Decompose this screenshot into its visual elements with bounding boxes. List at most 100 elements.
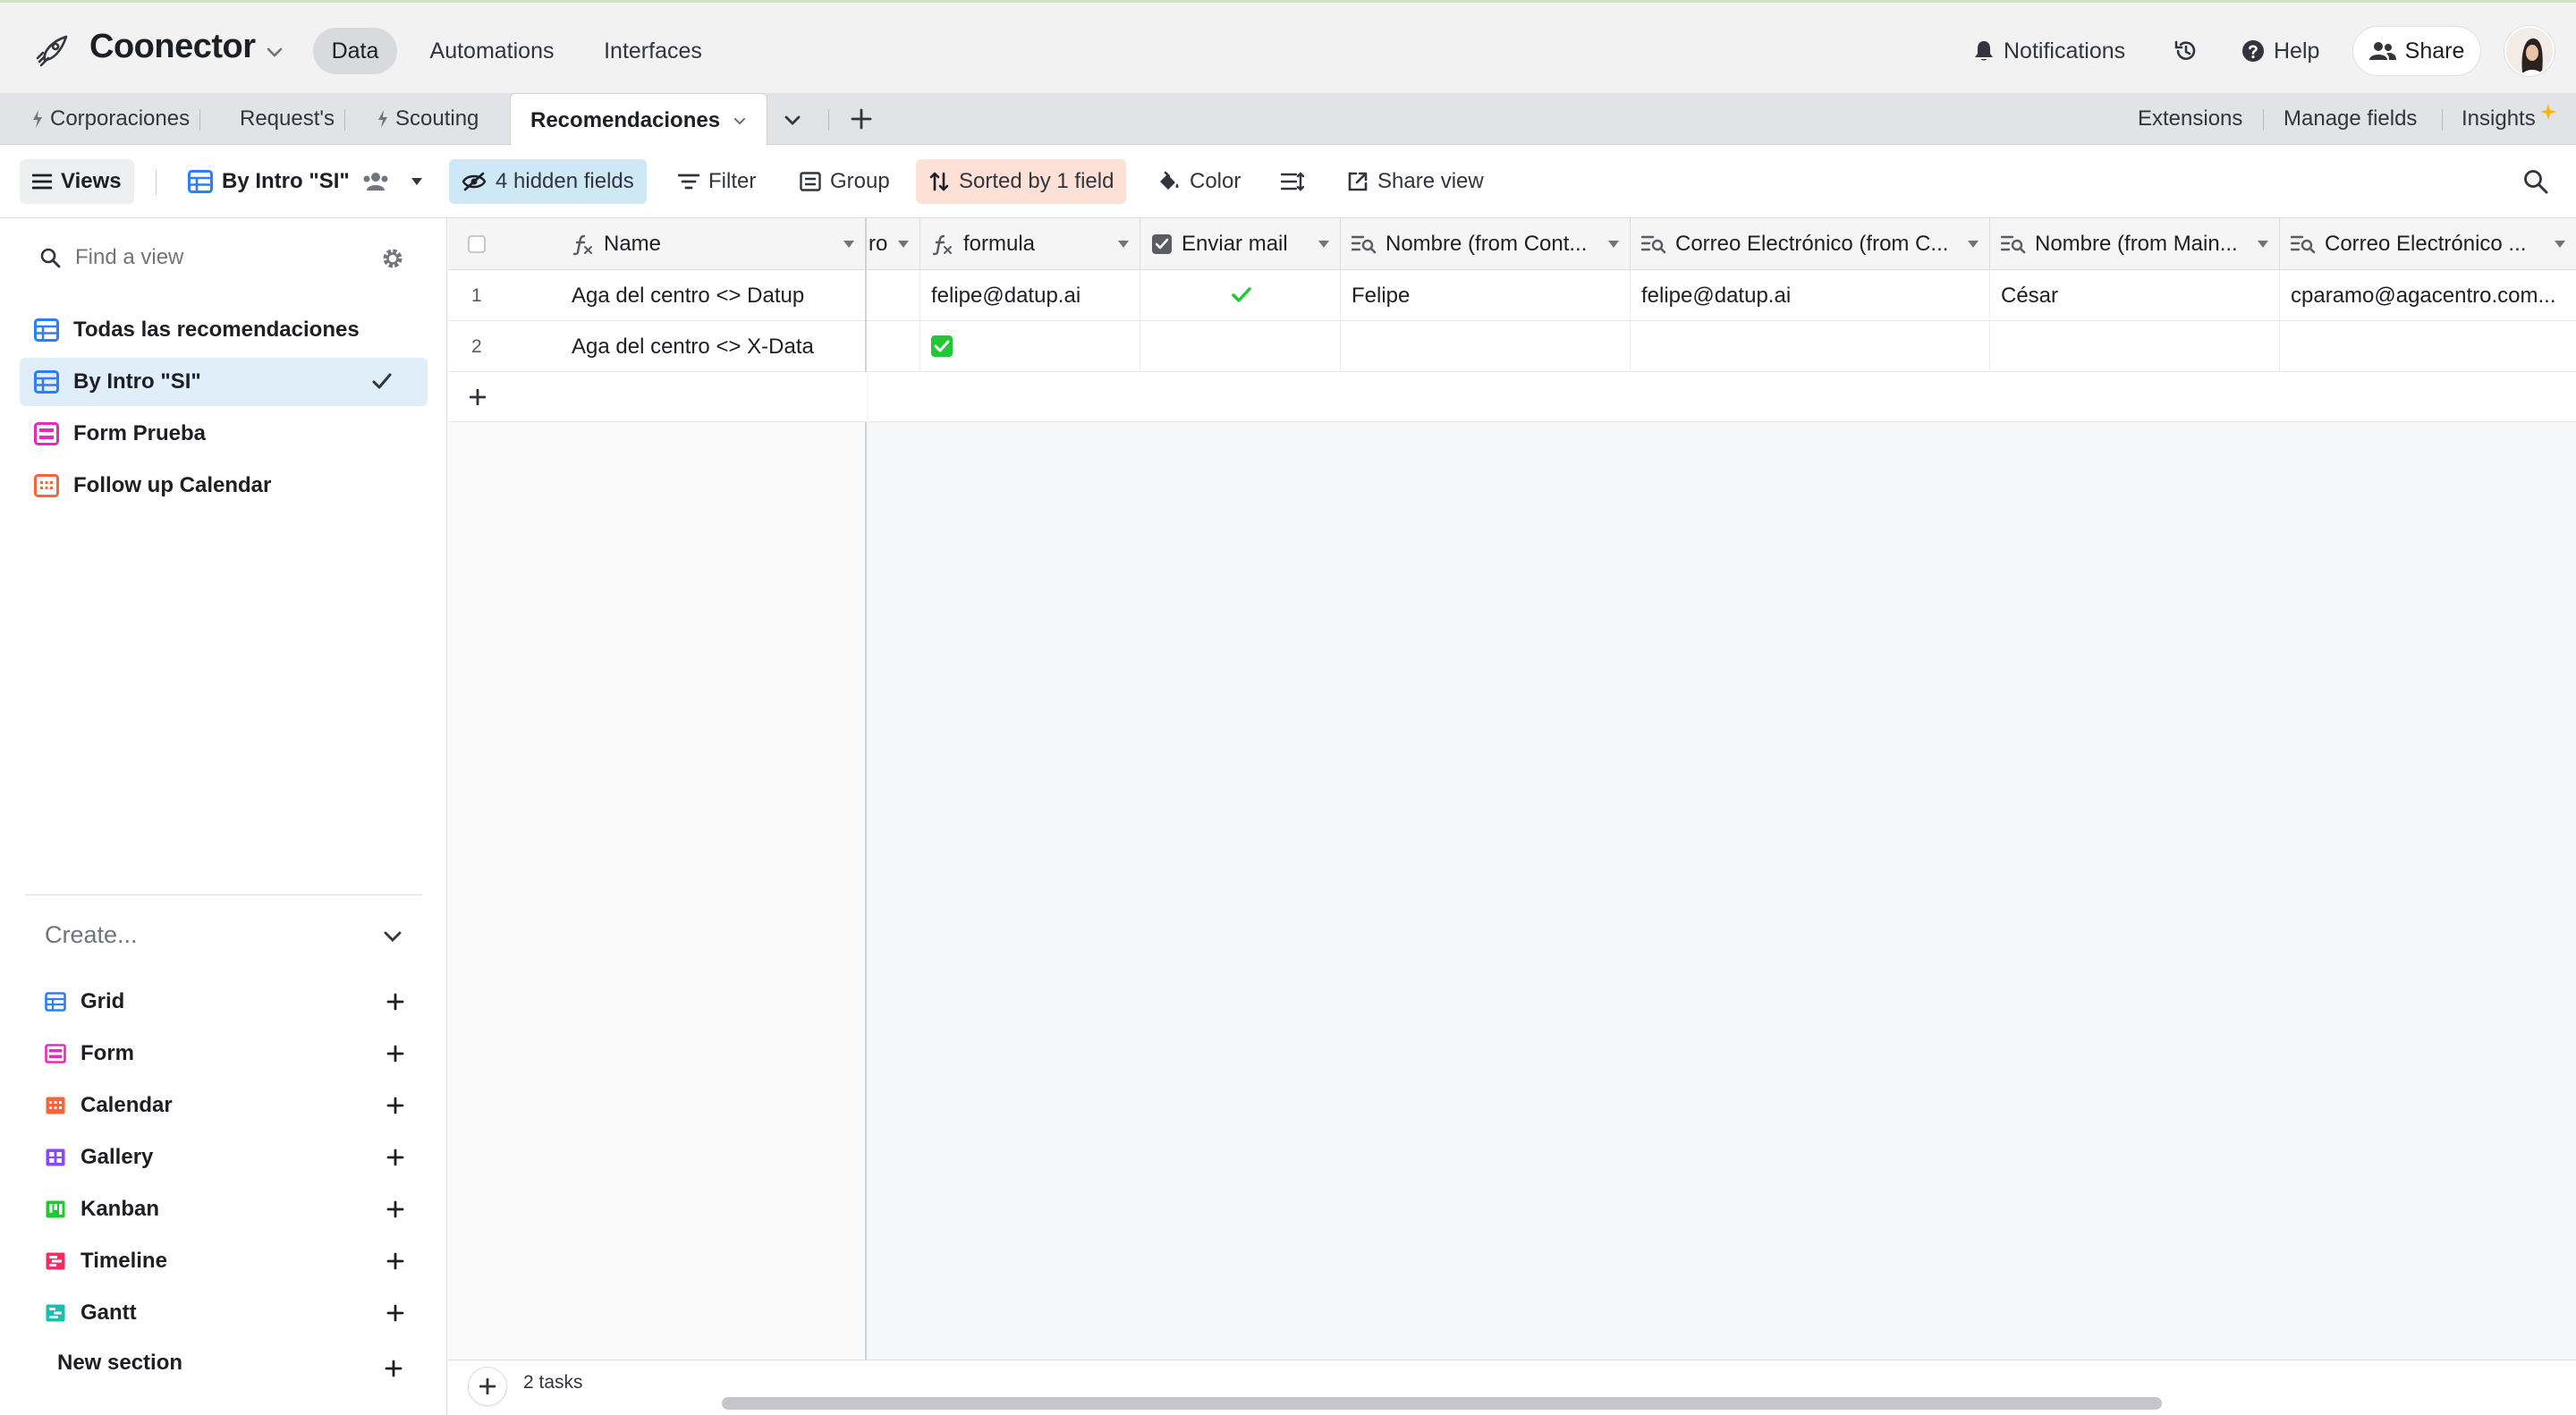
cell-nombre-main[interactable] — [1990, 321, 2280, 372]
gantt-view-icon — [46, 1304, 65, 1322]
table-tab-recomendaciones[interactable]: Recomendaciones — [510, 93, 768, 147]
external-share-icon — [1348, 172, 1368, 191]
row-number: 1 — [471, 285, 482, 306]
insights-button[interactable]: Insights — [2462, 93, 2556, 145]
share-view-button[interactable]: Share view — [1335, 159, 1496, 204]
table-tab-scouting[interactable]: Scouting — [377, 93, 479, 145]
find-view-input[interactable]: Find a view — [39, 245, 183, 270]
column-header-nombre-cont[interactable]: Nombre (from Cont... — [1341, 218, 1631, 270]
all-tables-chevron-icon[interactable] — [782, 109, 810, 131]
cell-partial[interactable] — [869, 321, 920, 372]
rocket-logo-icon[interactable] — [32, 33, 72, 69]
add-table-plus-icon[interactable] — [850, 107, 880, 131]
cell-correo-last[interactable]: cparamo@agacentro.com... — [2280, 270, 2576, 321]
create-gantt-item[interactable]: Gantt — [45, 1295, 411, 1331]
add-record-row[interactable] — [448, 372, 867, 422]
avatar[interactable] — [2504, 26, 2555, 76]
calendar-view-icon — [46, 1097, 65, 1114]
create-item-label: Timeline — [80, 1249, 167, 1273]
sidebar-view-form-prueba[interactable]: Form Prueba — [20, 410, 428, 458]
create-kanban-item[interactable]: Kanban — [45, 1191, 411, 1227]
add-record-button[interactable] — [468, 1367, 507, 1406]
add-record-row-extension[interactable] — [869, 372, 2576, 422]
color-button[interactable]: Color — [1145, 159, 1253, 204]
column-header-partial[interactable]: ro — [869, 218, 920, 270]
green-check-emoji-icon — [931, 335, 953, 357]
horizontal-scrollbar[interactable] — [722, 1397, 2162, 1410]
group-button[interactable]: Group — [787, 159, 902, 204]
share-view-label: Share view — [1377, 169, 1484, 193]
select-all-checkbox[interactable] — [448, 218, 496, 270]
sort-button[interactable]: Sorted by 1 field — [916, 159, 1127, 204]
views-toggle-button[interactable]: Views — [20, 159, 134, 204]
create-item-label: Gantt — [80, 1301, 137, 1325]
cell-nombre-cont[interactable]: Felipe — [1341, 270, 1631, 321]
plus-icon — [470, 389, 486, 405]
column-header-correo-c[interactable]: Correo Electrónico (from C... — [1631, 218, 1990, 270]
cell-correo-c[interactable]: felipe@datup.ai — [1631, 270, 1990, 321]
new-section-button[interactable]: New section — [57, 1351, 182, 1376]
create-timeline-item[interactable]: Timeline — [45, 1243, 411, 1279]
create-item-label: Grid — [80, 989, 125, 1013]
create-form-item[interactable]: Form — [45, 1036, 411, 1072]
help-button[interactable]: Help — [2241, 30, 2319, 72]
cell-name[interactable]: Aga del centro <> Datup — [561, 270, 867, 321]
table-tab-requests[interactable]: Request's — [240, 93, 345, 145]
caret-down-icon — [2555, 241, 2565, 248]
search-icon[interactable] — [2522, 168, 2549, 195]
cell-enviar-mail[interactable] — [1140, 321, 1341, 372]
plus-icon — [386, 1148, 404, 1166]
grid-view-icon — [34, 370, 59, 394]
gear-icon[interactable] — [381, 247, 404, 270]
tab-automations[interactable]: Automations — [420, 28, 564, 74]
create-section-label[interactable]: Create... — [45, 921, 138, 949]
sidebar-view-by-intro-si[interactable]: By Intro "SI" — [20, 358, 428, 406]
cell-correo-c[interactable] — [1631, 321, 1990, 372]
cell-partial[interactable] — [869, 270, 920, 321]
chevron-down-icon[interactable] — [265, 42, 284, 62]
column-header-formula[interactable]: formula — [920, 218, 1140, 270]
cell-nombre-main[interactable]: César — [1990, 270, 2280, 321]
column-header-correo-last[interactable]: Correo Electrónico ... — [2280, 218, 2576, 270]
filter-button[interactable]: Filter — [665, 159, 768, 204]
notifications-button[interactable]: Notifications — [1973, 30, 2125, 72]
column-header-label: formula — [963, 232, 1036, 256]
column-header-name[interactable]: Name — [561, 218, 867, 270]
row-height-button[interactable] — [1268, 159, 1326, 204]
cell-correo-last[interactable] — [2280, 321, 2576, 372]
sidebar-view-follow-up-calendar[interactable]: Follow up Calendar — [20, 462, 428, 510]
share-button[interactable]: Share — [2352, 26, 2481, 76]
caret-down-icon — [1318, 241, 1329, 248]
tab-data[interactable]: Data — [313, 28, 397, 74]
tab-interfaces[interactable]: Interfaces — [590, 28, 716, 74]
hidden-fields-button[interactable]: 4 hidden fields — [449, 159, 647, 204]
cell-nombre-cont[interactable] — [1341, 321, 1631, 372]
manage-fields-button[interactable]: Manage fields — [2284, 93, 2417, 145]
cell-formula[interactable]: felipe@datup.ai — [920, 270, 1140, 321]
extensions-button[interactable]: Extensions — [2138, 93, 2242, 145]
view-label: By Intro "SI" — [73, 369, 201, 394]
table-tab-corporaciones[interactable]: Corporaciones — [32, 93, 201, 145]
cell-name[interactable]: Aga del centro <> X-Data — [561, 321, 867, 372]
plus-icon — [386, 1200, 404, 1218]
plus-icon[interactable] — [385, 1360, 402, 1377]
cell-formula[interactable] — [920, 321, 1140, 372]
caret-down-icon — [1118, 241, 1129, 248]
plus-icon — [386, 1045, 404, 1063]
create-gallery-item[interactable]: Gallery — [45, 1140, 411, 1175]
record-count: 2 tasks — [523, 1372, 583, 1393]
current-view-button[interactable]: By Intro "SI" — [175, 159, 445, 204]
history-button[interactable] — [2174, 30, 2207, 72]
row-number: 2 — [471, 336, 482, 357]
create-grid-item[interactable]: Grid — [45, 984, 411, 1020]
view-label: Follow up Calendar — [73, 473, 272, 497]
sidebar-view-todas[interactable]: Todas las recomendaciones — [20, 306, 428, 354]
base-name[interactable]: Coonector — [89, 28, 256, 66]
table-row[interactable]: 2 Aga del centro <> X-Data — [448, 321, 2576, 372]
column-header-enviar-mail[interactable]: Enviar mail — [1140, 218, 1341, 270]
cell-enviar-mail[interactable] — [1140, 270, 1341, 321]
chevron-down-icon[interactable] — [381, 925, 404, 948]
column-header-nombre-main[interactable]: Nombre (from Main... — [1990, 218, 2280, 270]
create-calendar-item[interactable]: Calendar — [45, 1088, 411, 1123]
table-row[interactable]: 1 Aga del centro <> Datup felipe@datup.a… — [448, 270, 2576, 321]
